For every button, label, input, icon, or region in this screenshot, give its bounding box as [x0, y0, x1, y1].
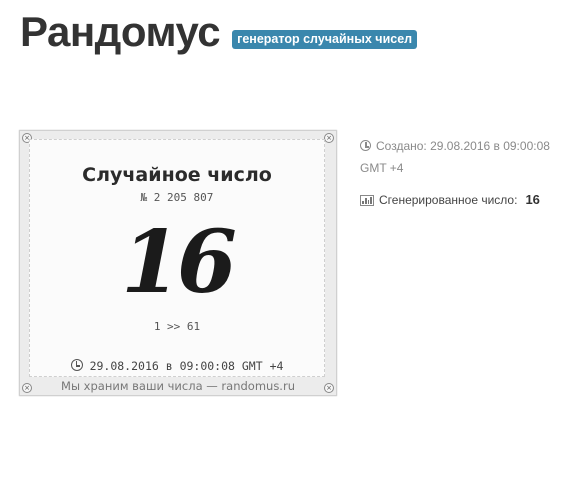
certificate-number: № 2 205 807 — [140, 191, 214, 204]
certificate-date-text: 29.08.2016 в 09:00:08 GMT +4 — [89, 359, 284, 373]
site-header: Рандомус генератор случайных чисел — [20, 6, 418, 58]
random-number-certificate: × × × × Случайное число № 2 205 807 16 1… — [19, 130, 337, 396]
certificate-date: 29.08.2016 в 09:00:08 GMT +4 — [30, 359, 324, 373]
clock-icon — [70, 359, 83, 371]
generated-info: Сгенерированное число: 16 — [360, 189, 570, 211]
generated-value: 16 — [525, 192, 540, 207]
bar-chart-icon — [360, 194, 374, 206]
random-value: 16 — [121, 212, 237, 313]
certificate-footer: Мы храним ваши числа — randomus.ru — [61, 379, 295, 393]
created-info: Создано: 29.08.2016 в 09:00:08 GMT +4 — [360, 135, 570, 179]
tagline-badge: генератор случайных чисел — [232, 30, 418, 49]
site-title[interactable]: Рандомус — [20, 6, 221, 58]
info-panel: Создано: 29.08.2016 в 09:00:08 GMT +4 Сг… — [360, 135, 570, 211]
generated-label: Сгенерированное число: — [379, 193, 518, 207]
corner-close-icon: × — [324, 133, 334, 143]
certificate-body: Случайное число № 2 205 807 16 1 >> 61 2… — [29, 139, 325, 377]
clock-icon — [360, 140, 371, 151]
certificate-title: Случайное число — [82, 164, 272, 186]
range-label: 1 >> 61 — [153, 320, 201, 333]
created-label: Создано: — [376, 139, 427, 153]
